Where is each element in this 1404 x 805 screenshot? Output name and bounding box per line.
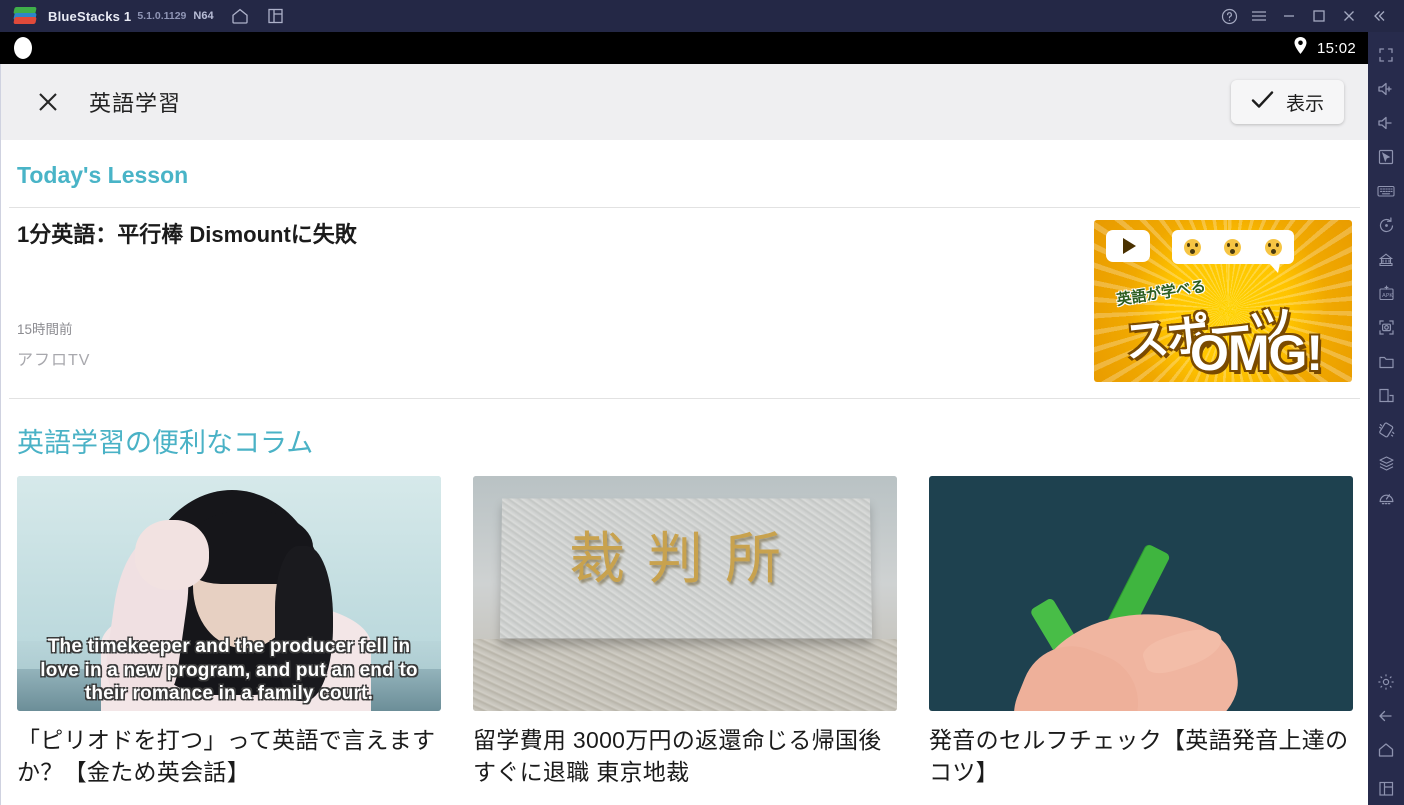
surprised-face-icon — [1265, 238, 1283, 256]
menu-icon[interactable] — [1244, 0, 1274, 32]
close-icon[interactable] — [1334, 0, 1364, 32]
fullscreen-icon[interactable] — [1368, 38, 1404, 72]
column-card-title: 「ピリオドを打つ」って英語で言えますか？【金ため英会話】 — [17, 727, 436, 785]
collapse-icon[interactable] — [1364, 0, 1394, 32]
maximize-icon[interactable] — [1304, 0, 1334, 32]
help-icon[interactable] — [1214, 0, 1244, 32]
play-icon[interactable] — [1106, 230, 1150, 262]
multi-instance-icon[interactable] — [266, 6, 286, 26]
column-card[interactable]: 発音のセルフチェック【英語発音上達のコツ】 — [929, 476, 1353, 788]
rotate-icon[interactable] — [1368, 208, 1404, 242]
gamepad-icon[interactable] — [1368, 480, 1404, 514]
check-icon — [1251, 90, 1274, 115]
column-card-title: 発音のセルフチェック【英語発音上達のコツ】 — [929, 727, 1349, 785]
column-card-title: 留学費用 3000万円の返還命じる帰国後すぐに退職 東京地裁 — [473, 727, 882, 785]
settings-icon[interactable] — [1368, 665, 1404, 699]
todays-lesson-heading: Today's Lesson — [17, 162, 189, 188]
status-dot-icon — [14, 37, 32, 59]
column-thumbnail[interactable] — [929, 476, 1353, 711]
app-name-label: BlueStacks 1 — [48, 8, 132, 24]
lesson-channel: アフロTV — [17, 352, 91, 369]
speech-bubble-decoration — [1172, 230, 1294, 273]
lesson-title: 1分英語：平行棒 Dismountに失敗 — [17, 222, 357, 247]
screen-split-icon[interactable] — [1368, 378, 1404, 412]
pointer-icon[interactable] — [1368, 140, 1404, 174]
android-status-bar: 15:02 — [0, 32, 1368, 64]
macro-icon[interactable] — [1368, 446, 1404, 480]
bluestacks-window: BlueStacks 1 5.1.0.1129 N64 15:02 英語学習 表… — [0, 0, 1404, 805]
window-controls — [1214, 0, 1404, 32]
location-pin-icon — [1294, 37, 1307, 59]
column-section-heading: 英語学習の便利なコラム — [17, 428, 314, 458]
lesson-thumbnail[interactable]: 英語が学べる スポーツ OMG! — [1094, 220, 1352, 382]
home-icon[interactable] — [1368, 733, 1404, 767]
back-icon[interactable] — [1368, 699, 1404, 733]
svg-text:APK: APK — [1382, 293, 1393, 299]
thumbnail-sign-text: 裁判所 — [569, 527, 803, 592]
page-title: 英語学習 — [89, 91, 182, 116]
install-apk-icon[interactable]: APK — [1368, 276, 1404, 310]
recents-icon[interactable] — [1368, 771, 1404, 805]
instance-name-label: N64 — [193, 10, 214, 22]
keyboard-icon[interactable] — [1368, 174, 1404, 208]
volume-down-icon[interactable] — [1368, 106, 1404, 140]
window-titlebar: BlueStacks 1 5.1.0.1129 N64 — [0, 0, 1404, 32]
minimize-icon[interactable] — [1274, 0, 1304, 32]
display-button[interactable]: 表示 — [1230, 80, 1344, 124]
volume-up-icon[interactable] — [1368, 72, 1404, 106]
surprised-face-icon — [1224, 238, 1242, 256]
app-header: 英語学習 表示 — [1, 64, 1368, 140]
lesson-time-ago: 15時間前 — [17, 322, 73, 337]
column-card-list: The timekeeper and the producer fell in … — [1, 476, 1368, 788]
media-folder-icon[interactable] — [1368, 344, 1404, 378]
screenshot-icon[interactable] — [1368, 310, 1404, 344]
thumbnail-caption: The timekeeper and the producer fell in … — [40, 636, 418, 704]
clock-label: 15:02 — [1316, 39, 1356, 57]
close-button[interactable] — [31, 85, 65, 119]
todays-lesson-card[interactable]: 1分英語：平行棒 Dismountに失敗 15時間前 アフロTV 英語が学べる — [1, 208, 1368, 382]
column-card[interactable]: The timekeeper and the producer fell in … — [17, 476, 441, 788]
thumbnail-main-text-2: OMG! — [1190, 325, 1323, 381]
display-button-label: 表示 — [1285, 93, 1324, 115]
app-content: Today's Lesson 1分英語：平行棒 Dismountに失敗 15時間… — [1, 140, 1368, 805]
app-version-label: 5.1.0.1129 — [137, 10, 187, 22]
shake-icon[interactable] — [1368, 412, 1404, 446]
bluestacks-logo-icon — [13, 6, 37, 26]
column-card[interactable]: 裁判所 留学費用 3000万円の返還命じる帰国後すぐに退職 東京地裁 — [473, 476, 897, 788]
bluestacks-sidebar: APK — [1368, 32, 1404, 805]
home-icon[interactable] — [230, 6, 250, 26]
multi-instance-manager-icon[interactable] — [1368, 242, 1404, 276]
column-thumbnail[interactable]: The timekeeper and the producer fell in … — [17, 476, 441, 711]
column-thumbnail[interactable]: 裁判所 — [473, 476, 897, 711]
surprised-face-icon — [1183, 238, 1201, 256]
android-viewport: 英語学習 表示 Today's Lesson 1分英語：平行棒 Dismount… — [0, 64, 1368, 805]
